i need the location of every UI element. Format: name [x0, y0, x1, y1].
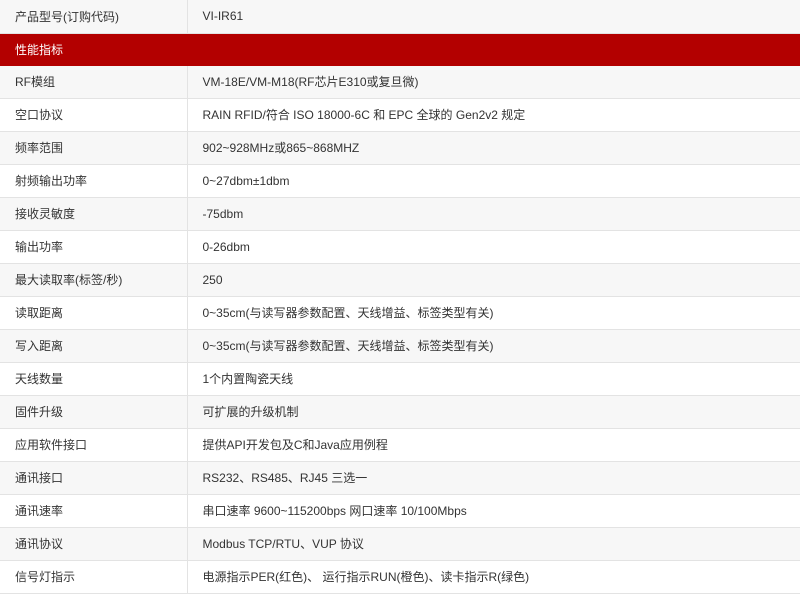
spec-value: 提供API开发包及C和Java应用例程	[187, 428, 800, 462]
spec-value: RS232、RS485、RJ45 三选一	[187, 461, 800, 495]
spec-label: 射频输出功率	[0, 164, 188, 198]
spec-row: 最大读取率(标签/秒) 250	[0, 263, 800, 297]
spec-row: RF模组 VM-18E/VM-M18(RF芯片E310或复旦微)	[0, 65, 800, 99]
spec-row: 天线数量 1个内置陶瓷天线	[0, 362, 800, 396]
spec-table: 产品型号(订购代码) VI-IR61 性能指标 RF模组 VM-18E/VM-M1…	[0, 0, 800, 594]
spec-value: -75dbm	[187, 197, 800, 231]
spec-value: VM-18E/VM-M18(RF芯片E310或复旦微)	[187, 65, 800, 99]
spec-label: RF模组	[0, 65, 188, 99]
spec-label: 通讯接口	[0, 461, 188, 495]
spec-row: 写入距离 0~35cm(与读写器参数配置、天线增益、标签类型有关)	[0, 329, 800, 363]
spec-value: 串口速率 9600~115200bps 网口速率 10/100Mbps	[187, 494, 800, 528]
model-label: 产品型号(订购代码)	[0, 0, 188, 34]
spec-row: 射频输出功率 0~27dbm±1dbm	[0, 164, 800, 198]
model-row: 产品型号(订购代码) VI-IR61	[0, 0, 800, 34]
spec-row: 信号灯指示 电源指示PER(红色)、 运行指示RUN(橙色)、读卡指示R(绿色)	[0, 560, 800, 594]
spec-label: 最大读取率(标签/秒)	[0, 263, 188, 297]
spec-label: 频率范围	[0, 131, 188, 165]
spec-label: 应用软件接口	[0, 428, 188, 462]
spec-value: 902~928MHz或865~868MHZ	[187, 131, 800, 165]
spec-value: 0-26dbm	[187, 230, 800, 264]
spec-row: 空口协议 RAIN RFID/符合 ISO 18000-6C 和 EPC 全球的 …	[0, 98, 800, 132]
spec-value: 0~35cm(与读写器参数配置、天线增益、标签类型有关)	[187, 329, 800, 363]
spec-value: Modbus TCP/RTU、VUP 协议	[187, 527, 800, 561]
model-value: VI-IR61	[187, 0, 800, 34]
spec-value: RAIN RFID/符合 ISO 18000-6C 和 EPC 全球的 Gen2…	[187, 98, 800, 132]
spec-row: 通讯接口 RS232、RS485、RJ45 三选一	[0, 461, 800, 495]
spec-label: 接收灵敏度	[0, 197, 188, 231]
spec-value: 250	[187, 263, 800, 297]
spec-label: 写入距离	[0, 329, 188, 363]
spec-value: 电源指示PER(红色)、 运行指示RUN(橙色)、读卡指示R(绿色)	[187, 560, 800, 594]
spec-label: 输出功率	[0, 230, 188, 264]
spec-row: 频率范围 902~928MHz或865~868MHZ	[0, 131, 800, 165]
spec-value: 0~27dbm±1dbm	[187, 164, 800, 198]
section-title: 性能指标	[0, 33, 800, 66]
spec-row: 固件升级 可扩展的升级机制	[0, 395, 800, 429]
spec-table-body: 产品型号(订购代码) VI-IR61 性能指标 RF模组 VM-18E/VM-M1…	[0, 0, 800, 594]
spec-value: 0~35cm(与读写器参数配置、天线增益、标签类型有关)	[187, 296, 800, 330]
spec-row: 通讯速率 串口速率 9600~115200bps 网口速率 10/100Mbps	[0, 494, 800, 528]
spec-value: 1个内置陶瓷天线	[187, 362, 800, 396]
spec-label: 读取距离	[0, 296, 188, 330]
spec-label: 空口协议	[0, 98, 188, 132]
spec-label: 天线数量	[0, 362, 188, 396]
spec-label: 通讯速率	[0, 494, 188, 528]
spec-row: 接收灵敏度 -75dbm	[0, 197, 800, 231]
spec-label: 信号灯指示	[0, 560, 188, 594]
section-header-row: 性能指标	[0, 33, 800, 66]
spec-row: 读取距离 0~35cm(与读写器参数配置、天线增益、标签类型有关)	[0, 296, 800, 330]
spec-label: 通讯协议	[0, 527, 188, 561]
spec-row: 通讯协议 Modbus TCP/RTU、VUP 协议	[0, 527, 800, 561]
spec-value: 可扩展的升级机制	[187, 395, 800, 429]
spec-row: 输出功率 0-26dbm	[0, 230, 800, 264]
spec-label: 固件升级	[0, 395, 188, 429]
spec-row: 应用软件接口 提供API开发包及C和Java应用例程	[0, 428, 800, 462]
